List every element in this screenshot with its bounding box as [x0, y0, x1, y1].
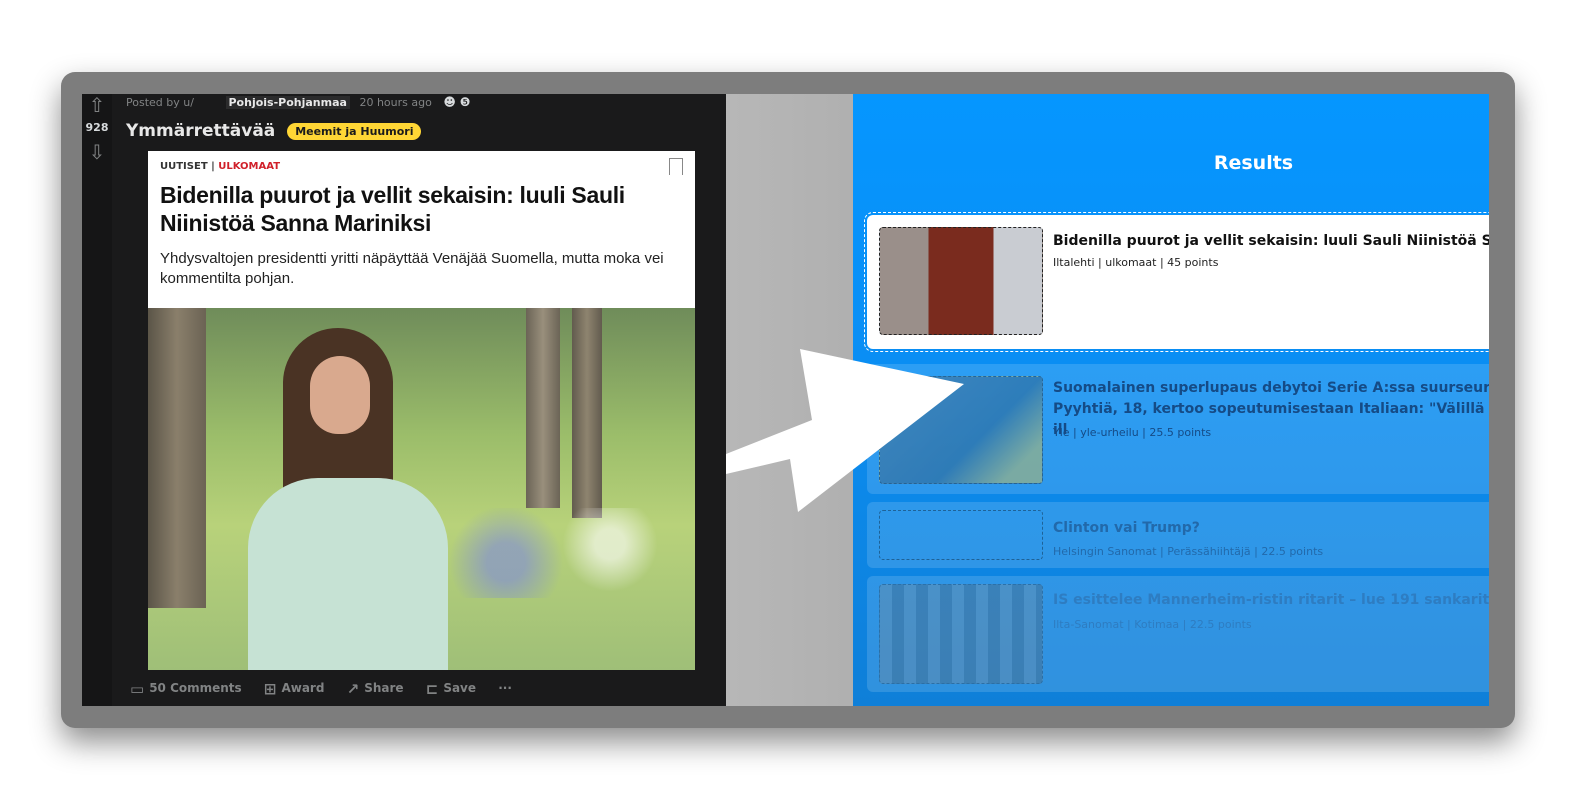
post-title[interactable]: Ymmärrettävää Meemit ja Huumori	[126, 121, 422, 141]
face	[310, 356, 370, 434]
comments-button[interactable]: ▭ 50 Comments	[130, 680, 242, 698]
result-card[interactable]: IS esittelee Mannerheim-ristin ritarit –…	[867, 576, 1489, 692]
more-options-button[interactable]: ···	[498, 681, 512, 695]
post-flair[interactable]: Meemit ja Huumori	[287, 122, 422, 140]
category-red-label: ULKOMAAT	[218, 161, 281, 172]
award-button[interactable]: ⊞ Award	[264, 680, 325, 698]
result-title[interactable]: Clinton vai Trump?	[1053, 518, 1489, 539]
person-figure	[248, 328, 448, 670]
post-meta: Posted by u/ Pohjois-Pohjanmaa 20 hours …	[126, 95, 470, 109]
result-meta: Iltalehti | ulkomaat | 45 points	[1053, 256, 1219, 269]
result-thumbnail	[879, 584, 1043, 684]
reddit-post: ⇧ 928 ⇩ Posted by u/ Pohjois-Pohjanmaa 2…	[82, 94, 726, 706]
comments-label: 50 Comments	[149, 681, 242, 695]
composite-stage: ⇧ 928 ⇩ Posted by u/ Pohjois-Pohjanmaa 2…	[82, 94, 1489, 706]
result-thumbnail	[879, 227, 1043, 335]
bookmark-icon	[669, 158, 683, 181]
article-headline: Bidenilla puurot ja vellit sekaisin: luu…	[160, 182, 625, 236]
post-title-text[interactable]: Ymmärrettävää	[126, 121, 275, 141]
subreddit-link[interactable]: Pohjois-Pohjanmaa	[225, 96, 350, 109]
save-label: Save	[443, 681, 477, 695]
article-image[interactable]: UUTISET | ULKOMAAT Bidenilla puurot ja v…	[148, 151, 695, 670]
upvote-icon[interactable]: ⇧	[86, 94, 108, 116]
category-label: UUTISET |	[160, 161, 215, 172]
award-badges: ☻ ❺	[443, 95, 470, 109]
result-meta: Helsingin Sanomat | Perässähiihtäjä | 22…	[1053, 545, 1324, 558]
award-icon: ⊞	[263, 680, 277, 698]
article-photo	[148, 308, 695, 670]
result-meta: Yle | yle-urheilu | 25.5 points	[1053, 426, 1212, 439]
share-icon: ↗	[346, 680, 360, 698]
vote-rail: ⇧ 928 ⇩	[82, 94, 112, 706]
award-badge-icon: ☻	[443, 95, 456, 109]
tree-trunk	[526, 308, 560, 508]
results-panel: Results Bidenilla puurot ja vellit sekai…	[853, 94, 1489, 706]
downvote-icon[interactable]: ⇩	[86, 141, 108, 163]
tree-trunk	[572, 308, 602, 518]
time-ago: 20 hours ago	[359, 96, 432, 109]
result-card[interactable]: Clinton vai Trump? Helsingin Sanomat | P…	[867, 502, 1489, 568]
article-category: UUTISET | ULKOMAAT	[160, 161, 280, 172]
save-button[interactable]: ⊏ Save	[426, 680, 476, 698]
results-title: Results	[1213, 152, 1294, 174]
result-meta: Ilta-Sanomat | Kotimaa | 22.5 points	[1053, 618, 1252, 631]
coin-badge-icon: ❺	[459, 95, 471, 109]
result-card[interactable]: Bidenilla puurot ja vellit sekaisin: luu…	[864, 212, 1489, 352]
share-label: Share	[364, 681, 404, 695]
flower-patch	[428, 508, 688, 598]
result-thumbnail	[879, 376, 1043, 484]
share-button[interactable]: ↗ Share	[347, 680, 404, 698]
save-icon: ⊏	[425, 680, 439, 698]
result-card[interactable]: Suomalainen superlupaus debytoi Serie A:…	[867, 364, 1489, 494]
result-title[interactable]: Bidenilla puurot ja vellit sekaisin: luu…	[1053, 231, 1489, 252]
tree-trunk	[148, 308, 206, 608]
article-lead: Yhdysvaltojen presidentti yritti näpäytt…	[160, 250, 664, 287]
result-thumbnail	[879, 510, 1043, 560]
dress	[248, 478, 448, 670]
post-actions: ▭ 50 Comments ⊞ Award ↗ Share ⊏ Save ···	[130, 680, 530, 698]
result-title[interactable]: IS esittelee Mannerheim-ristin ritarit –…	[1053, 590, 1489, 611]
award-label: Award	[281, 681, 325, 695]
posted-by[interactable]: Posted by u/	[126, 96, 222, 109]
comment-icon: ▭	[130, 680, 145, 698]
vote-count: 928	[85, 121, 109, 134]
